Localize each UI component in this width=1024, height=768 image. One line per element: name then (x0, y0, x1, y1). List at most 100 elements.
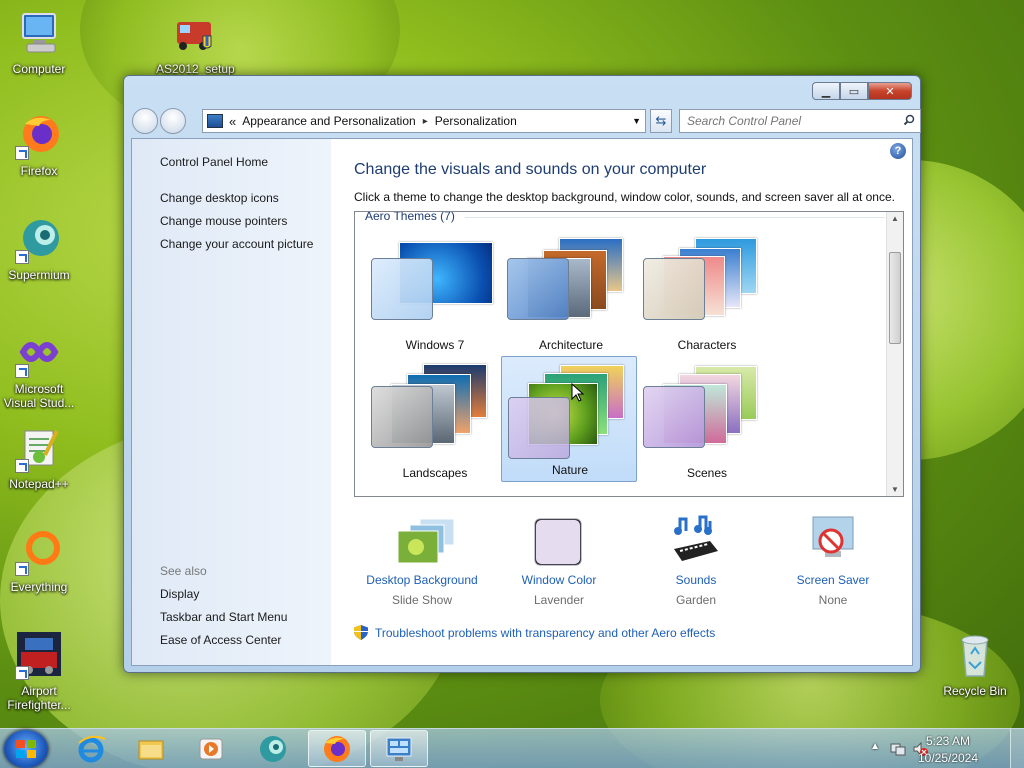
address-bar[interactable]: « Appearance and Personalization ▸ Perso… (202, 109, 646, 133)
screen-saver-setting[interactable]: Screen Saver None (765, 515, 901, 607)
window-controls: ▁ ▭ ✕ (812, 82, 912, 100)
scroll-up-icon[interactable]: ▲ (891, 214, 899, 223)
troubleshoot-link[interactable]: Troubleshoot problems with transparency … (354, 625, 715, 640)
shortcut-arrow-icon (15, 250, 29, 264)
minimize-button[interactable]: ▁ (812, 82, 840, 100)
theme-name: Architecture (538, 338, 604, 352)
theme-architecture[interactable]: Architecture (503, 230, 639, 356)
shortcut-arrow-icon (15, 562, 29, 576)
desktop-background-setting[interactable]: Desktop Background Slide Show (354, 515, 490, 607)
desktop-icon-everything[interactable]: Everything (0, 528, 78, 594)
theme-list-scrollbar[interactable]: ▲ ▼ (886, 212, 903, 496)
scrollbar-thumb[interactable] (889, 252, 901, 344)
shortcut-arrow-icon (15, 666, 29, 680)
theme-characters[interactable]: Characters (639, 230, 775, 356)
theme-name: Characters (677, 338, 737, 352)
search-icon[interactable] (903, 114, 915, 126)
taskbar-firefox[interactable] (308, 730, 366, 767)
theme-preview (502, 357, 638, 459)
display-link[interactable]: Display (160, 587, 199, 601)
close-button[interactable]: ✕ (868, 82, 912, 100)
taskbar-media-player[interactable] (182, 730, 240, 767)
firefox-icon (324, 735, 350, 762)
desktop-icon-recycle-bin[interactable]: Recycle Bin (936, 632, 1014, 698)
window-color-link[interactable]: Window Color (491, 573, 627, 587)
clock[interactable]: 5:23 AM 10/25/2024 (908, 733, 988, 767)
control-panel-home-link[interactable]: Control Panel Home (160, 155, 268, 169)
sounds-value: Garden (675, 593, 717, 607)
theme-nature[interactable]: Nature (501, 356, 637, 482)
taskbar-control-panel[interactable] (370, 730, 428, 767)
supermium-icon (260, 735, 286, 762)
windows-logo-icon (16, 740, 36, 758)
network-icon[interactable] (890, 741, 906, 757)
taskbar-start-menu-link[interactable]: Taskbar and Start Menu (160, 610, 287, 624)
breadcrumb-overflow[interactable]: « (229, 114, 236, 129)
desktop-icon-label: Firefox (20, 164, 58, 178)
desktop-icon-airport-firefighter[interactable]: Airport Firefighter... (0, 632, 78, 712)
shortcut-arrow-icon (15, 364, 29, 378)
troubleshoot-link-text[interactable]: Troubleshoot problems with transparency … (375, 626, 715, 640)
taskbar-supermium[interactable] (244, 730, 302, 767)
forward-button[interactable] (160, 108, 186, 134)
maximize-button[interactable]: ▭ (840, 82, 868, 100)
help-button[interactable]: ? (890, 143, 906, 159)
desktop-icon-firefox[interactable]: Firefox (0, 112, 78, 178)
sounds-setting[interactable]: Sounds Garden (628, 515, 764, 607)
window-color-setting[interactable]: Window Color Lavender (491, 515, 627, 607)
task-pane: Control Panel Home Change desktop icons … (132, 139, 331, 665)
breadcrumb-personalization[interactable]: Personalization (435, 114, 517, 128)
scroll-down-icon[interactable]: ▼ (891, 485, 899, 494)
show-hidden-icons-icon[interactable]: ▲ (870, 741, 880, 752)
breadcrumb-appearance[interactable]: Appearance and Personalization (242, 114, 415, 128)
theme-name: Scenes (686, 466, 728, 480)
personalization-window: ▁ ▭ ✕ « Appearance and Personalization ▸… (123, 75, 921, 673)
change-desktop-icons-link[interactable]: Change desktop icons (160, 191, 279, 205)
clock-time: 5:23 AM (925, 734, 971, 748)
sounds-icon (670, 515, 722, 567)
breadcrumb-separator-icon[interactable]: ▸ (423, 116, 428, 127)
desktop-background-link[interactable]: Desktop Background (354, 573, 490, 587)
window-color-value: Lavender (533, 593, 585, 607)
desktop-icon-notepadpp[interactable]: Notepad++ (0, 425, 78, 491)
help-icon: ? (894, 145, 902, 157)
taskbar-internet-explorer[interactable] (62, 730, 120, 767)
shortcut-arrow-icon (15, 146, 29, 160)
theme-name: Windows 7 (405, 338, 465, 352)
mouse-cursor-icon (571, 383, 585, 402)
desktop-icon-label: Notepad++ (9, 477, 69, 491)
theme-preview (639, 230, 775, 330)
desktop-icon-label: AS2012_setup (156, 62, 235, 76)
desktop-icon-label: Airport Firefighter... (7, 684, 71, 712)
desktop-icon-visual-studio[interactable]: Microsoft Visual Stud... (0, 330, 78, 410)
change-mouse-pointers-link[interactable]: Change mouse pointers (160, 214, 287, 228)
show-desktop-button[interactable] (1010, 729, 1024, 768)
content-area: Control Panel Home Change desktop icons … (131, 138, 913, 666)
search-input[interactable] (687, 114, 897, 128)
desktop-icon-label: Microsoft Visual Stud... (3, 382, 75, 410)
refresh-button[interactable]: ⇆ (650, 109, 672, 133)
theme-scenes[interactable]: Scenes (639, 358, 775, 484)
screen-saver-link[interactable]: Screen Saver (765, 573, 901, 587)
ease-of-access-link[interactable]: Ease of Access Center (160, 633, 281, 647)
desktop-icon-supermium[interactable]: Supermium (0, 216, 78, 282)
window-color-icon (533, 515, 585, 567)
refresh-icon: ⇆ (655, 113, 667, 128)
back-button[interactable] (132, 108, 158, 134)
theme-landscapes[interactable]: Landscapes (367, 358, 503, 484)
start-button[interactable] (4, 730, 48, 768)
firefox-icon (15, 112, 63, 160)
chevron-down-icon[interactable]: ▼ (632, 116, 641, 126)
page-subtitle: Click a theme to change the desktop back… (354, 190, 895, 204)
taskbar-file-explorer[interactable] (122, 730, 180, 767)
computer-icon (15, 10, 63, 58)
file-explorer-icon (138, 740, 164, 759)
sounds-link[interactable]: Sounds (628, 573, 764, 587)
theme-name: Landscapes (402, 466, 468, 480)
desktop-icon-as2012-setup[interactable]: AS2012_setup (156, 10, 235, 76)
theme-preview (367, 358, 503, 458)
desktop-icon-computer[interactable]: Computer (0, 10, 78, 76)
theme-windows-7[interactable]: Windows 7 (367, 230, 503, 356)
change-account-picture-link[interactable]: Change your account picture (160, 237, 313, 251)
control-panel-icon (207, 114, 223, 128)
